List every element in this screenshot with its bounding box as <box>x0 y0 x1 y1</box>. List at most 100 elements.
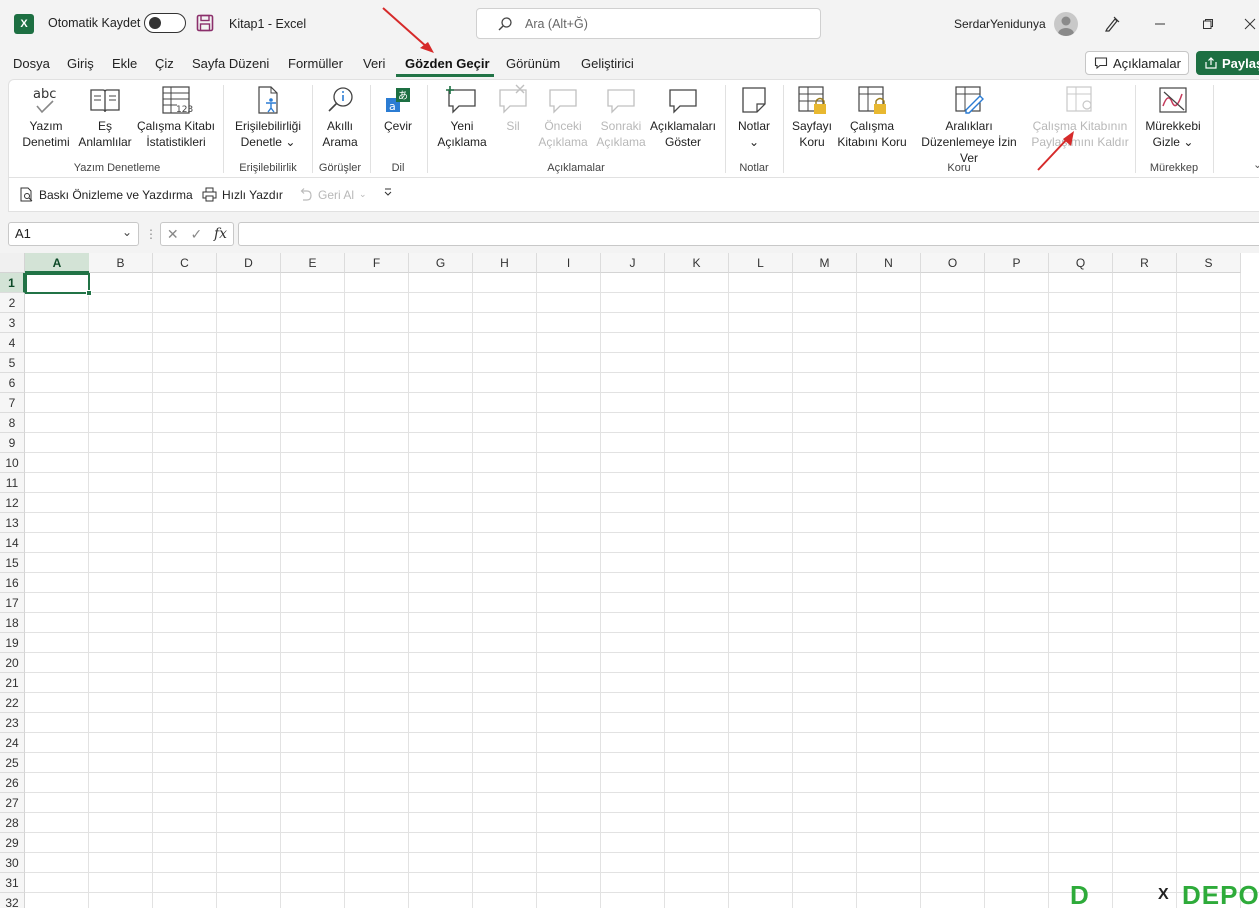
workbook-stats-button[interactable]: 123 Çalışma Kitabı İstatistikleri <box>135 84 217 150</box>
minimize-icon[interactable] <box>1148 12 1172 36</box>
next-comment-button[interactable]: Sonraki Açıklama <box>593 84 649 150</box>
tab-sayfa-duzeni[interactable]: Sayfa Düzeni <box>192 56 269 71</box>
row-header-3[interactable]: 3 <box>0 313 25 333</box>
row-header-12[interactable]: 12 <box>0 493 25 513</box>
worksheet-grid[interactable]: ABCDEFGHIJKLMNOPQRS 1 2 3 4 5 6 7 8 9 10 11 12 13 14 1… <box>0 253 1259 908</box>
user-name[interactable]: SerdarYenidunya <box>954 17 1046 31</box>
row-header-32[interactable]: 32 <box>0 893 25 908</box>
delete-comment-button[interactable]: Sil <box>495 84 531 134</box>
column-header-o[interactable]: O <box>921 253 985 273</box>
column-header-q[interactable]: Q <box>1049 253 1113 273</box>
tab-ekle[interactable]: Ekle <box>112 56 137 71</box>
column-header-b[interactable]: B <box>89 253 153 273</box>
column-header-n[interactable]: N <box>857 253 921 273</box>
row-header-18[interactable]: 18 <box>0 613 25 633</box>
column-header-j[interactable]: J <box>601 253 665 273</box>
unshare-workbook-button[interactable]: Çalışma Kitabının Paylaşımını Kaldır <box>1031 84 1129 150</box>
formula-input[interactable] <box>238 222 1259 246</box>
spelling-button[interactable]: abc Yazım Denetimi <box>17 84 75 150</box>
protect-sheet-button[interactable]: Sayfayı Koru <box>789 84 835 150</box>
column-header-l[interactable]: L <box>729 253 793 273</box>
save-icon[interactable] <box>196 14 214 32</box>
column-header-s[interactable]: S <box>1177 253 1241 273</box>
allow-edit-ranges-button[interactable]: Aralıkları Düzenlemeye İzin Ver <box>911 84 1027 166</box>
translate-button[interactable]: aあ Çevir <box>375 84 421 134</box>
column-header-d[interactable]: D <box>217 253 281 273</box>
row-header-19[interactable]: 19 <box>0 633 25 653</box>
column-header-a[interactable]: A <box>25 253 90 273</box>
restore-icon[interactable] <box>1196 12 1220 36</box>
column-header-p[interactable]: P <box>985 253 1049 273</box>
row-header-24[interactable]: 24 <box>0 733 25 753</box>
row-header-11[interactable]: 11 <box>0 473 25 493</box>
tab-gorunum[interactable]: Görünüm <box>506 56 560 71</box>
column-header-r[interactable]: R <box>1113 253 1177 273</box>
row-header-4[interactable]: 4 <box>0 333 25 353</box>
column-header-i[interactable]: I <box>537 253 601 273</box>
check-accessibility-button[interactable]: Erişilebilirliği Denetle ⌄ <box>231 84 305 150</box>
row-header-29[interactable]: 29 <box>0 833 25 853</box>
column-header-m[interactable]: M <box>793 253 857 273</box>
previous-comment-button[interactable]: Önceki Açıklama <box>535 84 591 150</box>
row-header-9[interactable]: 9 <box>0 433 25 453</box>
row-header-1[interactable]: 1 <box>0 273 25 293</box>
row-header-25[interactable]: 25 <box>0 753 25 773</box>
formula-bar-resize-handle[interactable]: ⋮ <box>145 227 157 241</box>
row-header-17[interactable]: 17 <box>0 593 25 613</box>
row-header-27[interactable]: 27 <box>0 793 25 813</box>
hide-ink-button[interactable]: Mürekkebi Gizle ⌄ <box>1141 84 1205 150</box>
cells-area[interactable] <box>25 273 1259 908</box>
row-header-7[interactable]: 7 <box>0 393 25 413</box>
column-header-h[interactable]: H <box>473 253 537 273</box>
tab-veri[interactable]: Veri <box>363 56 385 71</box>
column-header-e[interactable]: E <box>281 253 345 273</box>
row-header-16[interactable]: 16 <box>0 573 25 593</box>
row-header-5[interactable]: 5 <box>0 353 25 373</box>
smart-lookup-button[interactable]: Akıllı Arama <box>317 84 363 150</box>
thesaurus-button[interactable]: Eş Anlamlılar <box>75 84 135 150</box>
quick-print-button[interactable]: Hızlı Yazdır <box>202 187 283 202</box>
avatar[interactable] <box>1054 12 1078 36</box>
active-cell-a1[interactable] <box>25 273 92 296</box>
print-preview-button[interactable]: Baskı Önizleme ve Yazdırma <box>19 187 193 202</box>
undo-button[interactable]: Geri Al ⌄ <box>298 187 367 202</box>
row-header-23[interactable]: 23 <box>0 713 25 733</box>
row-header-2[interactable]: 2 <box>0 293 25 313</box>
row-header-6[interactable]: 6 <box>0 373 25 393</box>
row-header-20[interactable]: 20 <box>0 653 25 673</box>
close-icon[interactable] <box>1238 12 1259 36</box>
select-all-corner[interactable] <box>0 253 25 273</box>
search-box[interactable]: Ara (Alt+Ğ) <box>476 8 821 39</box>
tab-gozden-gecir[interactable]: Gözden Geçir <box>405 56 490 71</box>
row-header-30[interactable]: 30 <box>0 853 25 873</box>
column-header-c[interactable]: C <box>153 253 217 273</box>
show-comments-button[interactable]: Açıklamaları Göster <box>647 84 719 150</box>
tab-formuller[interactable]: Formüller <box>288 56 343 71</box>
row-header-26[interactable]: 26 <box>0 773 25 793</box>
notes-button[interactable]: Notlar ⌄ <box>731 84 777 150</box>
protect-workbook-button[interactable]: Çalışma Kitabını Koru <box>837 84 907 150</box>
column-header-k[interactable]: K <box>665 253 729 273</box>
share-button[interactable]: Paylaş <box>1196 51 1259 75</box>
row-header-22[interactable]: 22 <box>0 693 25 713</box>
new-comment-button[interactable]: Yeni Açıklama <box>433 84 491 150</box>
ribbon-collapse-chevron-icon[interactable]: ⌄ <box>1253 158 1259 171</box>
row-header-14[interactable]: 14 <box>0 533 25 553</box>
row-header-31[interactable]: 31 <box>0 873 25 893</box>
column-header-g[interactable]: G <box>409 253 473 273</box>
insert-function-fx-icon[interactable]: fx <box>214 226 227 242</box>
row-header-8[interactable]: 8 <box>0 413 25 433</box>
row-header-28[interactable]: 28 <box>0 813 25 833</box>
undo-chevron-down-icon[interactable]: ⌄ <box>359 189 367 200</box>
customize-qat-chevron-icon[interactable] <box>383 187 393 197</box>
name-box-chevron-down-icon[interactable]: ⌄ <box>122 225 132 239</box>
tab-dosya[interactable]: Dosya <box>13 56 50 71</box>
comments-button[interactable]: Açıklamalar <box>1085 51 1189 75</box>
column-header-f[interactable]: F <box>345 253 409 273</box>
tab-giris[interactable]: Giriş <box>67 56 94 71</box>
row-header-13[interactable]: 13 <box>0 513 25 533</box>
tab-gelistirici[interactable]: Geliştirici <box>581 56 634 71</box>
autosave-toggle[interactable] <box>144 13 186 33</box>
name-box[interactable]: A1 ⌄ <box>8 222 139 246</box>
cancel-x-icon[interactable]: ✕ <box>167 226 179 243</box>
